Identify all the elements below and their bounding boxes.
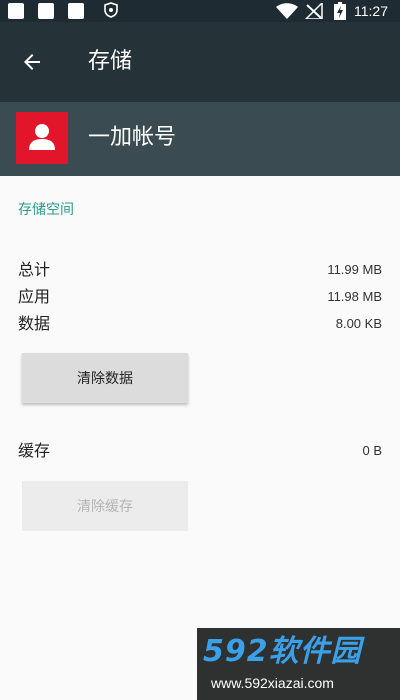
toolbar: 存储	[0, 22, 400, 102]
clear-cache-button: 清除缓存	[22, 481, 188, 531]
row-value: 11.99 MB	[327, 262, 382, 277]
shield-icon	[104, 2, 118, 18]
row-label: 缓存	[18, 441, 51, 460]
row-value: 0 B	[362, 443, 382, 458]
row-label: 总计	[18, 260, 51, 279]
row-label: 数据	[18, 314, 51, 333]
no-signal-icon	[304, 3, 323, 19]
storage-row-total: 总计 11.99 MB	[18, 258, 382, 282]
status-bar: 11:27	[0, 0, 400, 22]
status-time: 11:27	[354, 3, 388, 19]
clear-data-button[interactable]: 清除数据	[22, 353, 188, 403]
app-header: 一加帐号	[0, 102, 400, 176]
storage-row-data: 数据 8.00 KB	[18, 312, 382, 336]
notification-square-icon	[68, 3, 84, 19]
row-label: 应用	[18, 287, 51, 306]
account-person-icon	[16, 112, 68, 164]
page-title: 存储	[88, 49, 133, 74]
watermark-brand: 592软件园	[203, 634, 362, 669]
watermark-url: www.592xiazai.com	[211, 675, 334, 691]
watermark: 592软件园 www.592xiazai.com	[197, 628, 400, 700]
row-value: 8.00 KB	[335, 316, 382, 331]
app-name: 一加帐号	[88, 125, 177, 150]
row-value: 11.98 MB	[327, 289, 382, 304]
notification-square-icon	[38, 3, 54, 19]
cache-row: 缓存 0 B	[18, 439, 382, 463]
storage-row-app: 应用 11.98 MB	[18, 285, 382, 309]
notification-square-icon	[8, 3, 24, 19]
battery-charging-icon	[334, 2, 346, 20]
section-title-storage: 存储空间	[18, 202, 74, 218]
arrow-back-icon[interactable]	[20, 50, 44, 74]
wifi-icon	[276, 3, 298, 19]
